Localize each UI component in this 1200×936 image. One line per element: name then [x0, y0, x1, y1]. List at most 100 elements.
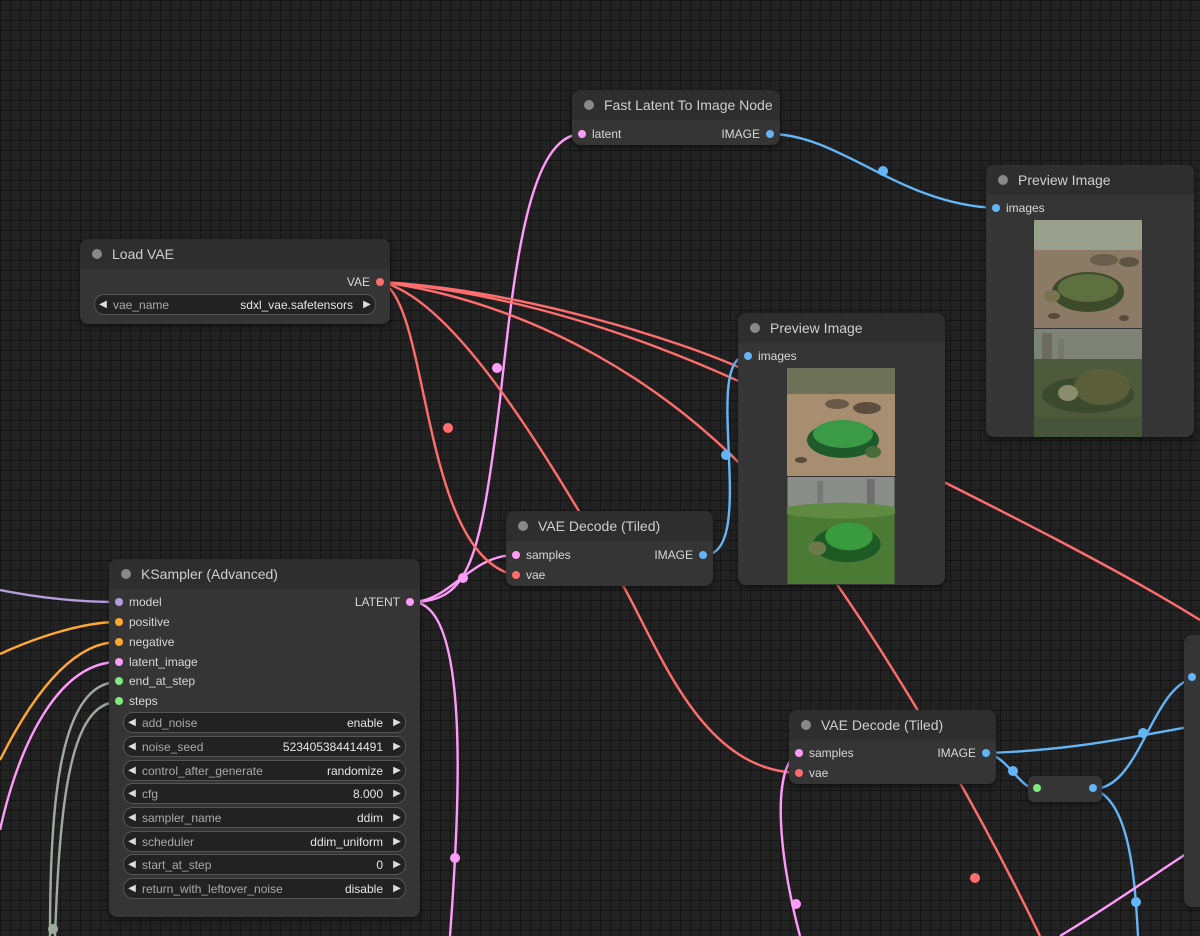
node-title-bar[interactable]: Load VAE — [80, 239, 390, 269]
arrow-right-icon[interactable]: ▶ — [389, 836, 405, 847]
link-midpoint-dot — [721, 450, 731, 460]
node-fast-latent-to-image[interactable]: Fast Latent To Image Node latent IMAGE — [572, 90, 780, 145]
input-slot-steps[interactable]: steps — [113, 691, 158, 711]
node-preview-image-2[interactable]: Preview Image images — [738, 313, 945, 585]
arrow-right-icon[interactable]: ▶ — [389, 788, 405, 799]
widget-cfg[interactable]: ◀ cfg 8.000 ▶ — [123, 783, 406, 804]
arrow-left-icon[interactable]: ◀ — [124, 741, 140, 752]
slot-label: samples — [809, 746, 854, 760]
widget-sampler-name[interactable]: ◀ sampler_name ddim ▶ — [123, 807, 406, 828]
slot-label: IMAGE — [721, 127, 760, 141]
arrow-right-icon[interactable]: ▶ — [389, 741, 405, 752]
widget-add-noise[interactable]: ◀ add_noise enable ▶ — [123, 712, 406, 733]
collapse-dot-icon[interactable] — [584, 100, 594, 110]
node-offscreen-partial[interactable] — [1184, 635, 1200, 907]
node-preview-image-1[interactable]: Preview Image images — [986, 165, 1194, 437]
widget-value: randomize — [326, 763, 383, 778]
widget-noise-seed[interactable]: ◀ noise_seed 523405384414491 ▶ — [123, 736, 406, 757]
input-slot-latent[interactable]: latent — [576, 124, 621, 144]
slot-dot-icon — [766, 130, 774, 138]
output-slot-vae[interactable]: VAE — [347, 272, 386, 292]
arrow-right-icon[interactable]: ▶ — [389, 812, 405, 823]
input-slot-samples[interactable]: samples — [793, 743, 854, 763]
slot-label: vae — [526, 568, 546, 582]
arrow-right-icon[interactable]: ▶ — [389, 883, 405, 894]
arrow-left-icon[interactable]: ◀ — [124, 836, 140, 847]
preview-image-1[interactable] — [1034, 220, 1142, 328]
node-title-bar[interactable]: Preview Image — [738, 313, 945, 343]
arrow-right-icon[interactable]: ▶ — [359, 299, 375, 310]
slot-dot-icon — [406, 598, 414, 606]
input-slot-images[interactable]: images — [990, 198, 1045, 218]
widget-name: noise_seed — [142, 739, 204, 754]
input-slot-vae[interactable]: vae — [510, 565, 545, 585]
input-slot-images[interactable]: images — [742, 346, 797, 366]
widget-start-at-step[interactable]: ◀ start_at_step 0 ▶ — [123, 854, 406, 875]
collapse-dot-icon[interactable] — [750, 323, 760, 333]
input-slot-samples[interactable]: samples — [510, 545, 571, 565]
widget-scheduler[interactable]: ◀ scheduler ddim_uniform ▶ — [123, 831, 406, 852]
node-load-vae[interactable]: Load VAE VAE ◀ vae_name sdxl_vae.safeten… — [80, 239, 390, 324]
node-vae-decode-tiled-1[interactable]: VAE Decode (Tiled) samples vae IMAGE — [506, 511, 713, 586]
slot-label: images — [1006, 201, 1045, 215]
slot-dot-icon — [795, 749, 803, 757]
arrow-left-icon[interactable]: ◀ — [95, 299, 111, 310]
slot-dot-icon — [795, 769, 803, 777]
node-title-bar[interactable]: KSampler (Advanced) — [109, 559, 420, 589]
reroute-input-dot-icon[interactable] — [1033, 784, 1041, 792]
widget-control-after-generate[interactable]: ◀ control_after_generate randomize ▶ — [123, 760, 406, 781]
link-midpoint-dot — [492, 363, 502, 373]
widget-value: sdxl_vae.safetensors — [240, 297, 353, 312]
collapse-dot-icon[interactable] — [518, 521, 528, 531]
output-slot-image[interactable]: IMAGE — [937, 743, 992, 763]
node-title-bar[interactable]: VAE Decode (Tiled) — [789, 710, 996, 740]
preview-image-3[interactable] — [787, 368, 895, 476]
combo-vae-name[interactable]: ◀ vae_name sdxl_vae.safetensors ▶ — [94, 294, 376, 315]
arrow-right-icon[interactable]: ▶ — [389, 765, 405, 776]
node-title-bar[interactable]: Fast Latent To Image Node — [572, 90, 780, 120]
widget-return-with-leftover-noise[interactable]: ◀ return_with_leftover_noise disable ▶ — [123, 878, 406, 899]
preview-image-4[interactable] — [787, 477, 895, 584]
output-slot-latent[interactable]: LATENT — [355, 592, 416, 612]
node-vae-decode-tiled-2[interactable]: VAE Decode (Tiled) samples vae IMAGE — [789, 710, 996, 784]
input-slot-model[interactable]: model — [113, 592, 162, 612]
arrow-left-icon[interactable]: ◀ — [124, 859, 140, 870]
reroute-node[interactable] — [1028, 776, 1102, 802]
slot-label: end_at_step — [129, 674, 196, 688]
node-title-bar[interactable]: VAE Decode (Tiled) — [506, 511, 713, 541]
arrow-left-icon[interactable]: ◀ — [124, 883, 140, 894]
slot-label: images — [758, 349, 797, 363]
input-slot-end-at-step[interactable]: end_at_step — [113, 671, 195, 691]
input-slot-latent-image[interactable]: latent_image — [113, 652, 198, 672]
input-slot-vae[interactable]: vae — [793, 763, 828, 783]
slot-dot-icon — [115, 618, 123, 626]
slot-label: LATENT — [354, 595, 400, 609]
preview-image-2[interactable] — [1034, 329, 1142, 437]
node-title-bar[interactable]: Preview Image — [986, 165, 1194, 195]
slot-label: positive — [129, 615, 170, 629]
input-slot-negative[interactable]: negative — [113, 632, 174, 652]
arrow-left-icon[interactable]: ◀ — [124, 717, 140, 728]
link-positive-in — [0, 620, 119, 656]
node-ksampler-advanced[interactable]: KSampler (Advanced) model positive negat… — [109, 559, 420, 917]
collapse-dot-icon[interactable] — [121, 569, 131, 579]
output-slot-image[interactable]: IMAGE — [654, 545, 709, 565]
arrow-right-icon[interactable]: ▶ — [389, 717, 405, 728]
output-slot-image[interactable]: IMAGE — [721, 124, 776, 144]
slot-dot-icon[interactable] — [1188, 673, 1196, 681]
collapse-dot-icon[interactable] — [801, 720, 811, 730]
slot-dot-icon — [699, 551, 707, 559]
slot-label: steps — [129, 694, 158, 708]
collapse-dot-icon[interactable] — [92, 249, 102, 259]
reroute-output-dot-icon[interactable] — [1089, 784, 1097, 792]
arrow-left-icon[interactable]: ◀ — [124, 765, 140, 776]
slot-dot-icon — [115, 638, 123, 646]
arrow-right-icon[interactable]: ▶ — [389, 859, 405, 870]
slot-dot-icon — [982, 749, 990, 757]
arrow-left-icon[interactable]: ◀ — [124, 812, 140, 823]
link-vae-right3 — [380, 280, 746, 372]
collapse-dot-icon[interactable] — [998, 175, 1008, 185]
link-midpoint-dot — [458, 573, 468, 583]
input-slot-positive[interactable]: positive — [113, 612, 170, 632]
arrow-left-icon[interactable]: ◀ — [124, 788, 140, 799]
